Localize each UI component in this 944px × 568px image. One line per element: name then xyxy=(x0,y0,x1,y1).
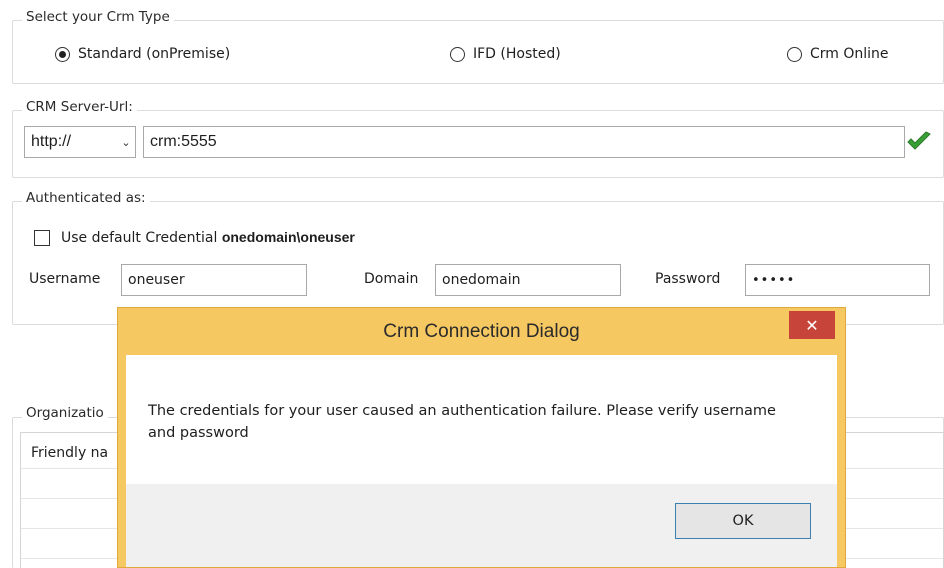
dialog-footer: OK xyxy=(126,484,837,567)
radio-crm-online[interactable]: Crm Online xyxy=(787,46,889,62)
password-label: Password xyxy=(655,271,721,287)
ok-button[interactable]: OK xyxy=(675,503,811,539)
radio-standard-circle[interactable] xyxy=(55,46,70,62)
crm-connection-dialog: Crm Connection Dialog ✕ The credentials … xyxy=(117,307,846,568)
domain-value: onedomain xyxy=(442,272,521,288)
dialog-body: The credentials for your user caused an … xyxy=(126,355,837,567)
dialog-title: Crm Connection Dialog xyxy=(383,320,580,342)
radio-ifd-circle[interactable] xyxy=(450,46,465,62)
server-url-input[interactable]: crm:5555 xyxy=(143,126,905,158)
close-icon: ✕ xyxy=(805,315,819,335)
dialog-message: The credentials for your user caused an … xyxy=(148,403,776,441)
password-value: ••••• xyxy=(752,272,796,288)
radio-ifd-label: IFD (Hosted) xyxy=(473,46,561,62)
chevron-down-icon[interactable]: ⌄ xyxy=(117,136,135,149)
radio-selected-dot xyxy=(59,50,66,58)
use-default-prefix: Use default Credential xyxy=(61,230,218,246)
username-input[interactable]: oneuser xyxy=(121,264,307,296)
use-default-credential-checkbox[interactable] xyxy=(34,230,50,246)
crm-type-legend: Select your Crm Type xyxy=(22,9,174,25)
server-url-value: crm:5555 xyxy=(150,133,217,150)
password-input[interactable]: ••••• xyxy=(745,264,930,296)
radio-standard-label: Standard (onPremise) xyxy=(78,46,231,62)
default-user-name: onedomain\oneuser xyxy=(221,229,355,245)
organization-legend: Organizatio xyxy=(22,405,108,421)
protocol-value: http:// xyxy=(31,133,72,150)
server-url-legend: CRM Server-Url: xyxy=(22,99,137,115)
domain-input[interactable]: onedomain xyxy=(435,264,621,296)
radio-standard[interactable]: Standard (onPremise) xyxy=(55,46,230,62)
radio-crm-online-label: Crm Online xyxy=(810,46,889,62)
auth-legend: Authenticated as: xyxy=(22,190,150,206)
username-value: oneuser xyxy=(128,272,185,288)
use-default-credential-label[interactable]: Use default Credential onedomain\oneuser xyxy=(61,229,355,246)
username-label: Username xyxy=(29,271,101,287)
protocol-select[interactable]: http:// ⌄ xyxy=(24,126,136,158)
radio-crm-online-circle[interactable] xyxy=(787,46,802,62)
column-header-friendly-name[interactable]: Friendly na xyxy=(31,445,108,461)
radio-ifd[interactable]: IFD (Hosted) xyxy=(450,46,561,62)
dialog-close-button[interactable]: ✕ xyxy=(789,311,835,339)
domain-label: Domain xyxy=(364,271,419,287)
check-valid-icon xyxy=(906,131,932,151)
